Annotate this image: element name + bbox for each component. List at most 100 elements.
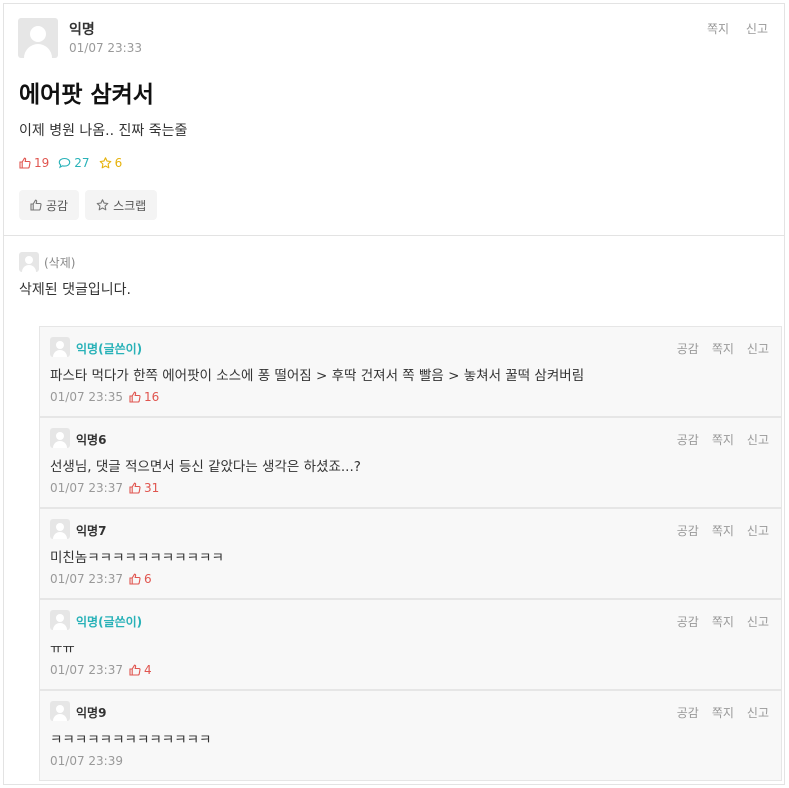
scrap-button-label: 스크랩 — [113, 198, 147, 213]
reply-avatar — [50, 610, 70, 630]
reply-report-link[interactable]: 신고 — [747, 524, 769, 538]
avatar-body-shape — [53, 350, 67, 357]
deleted-comment-text: 삭제된 댓글입니다. — [19, 282, 131, 298]
reply-meta: 01/07 23:37 31 — [50, 481, 159, 495]
post-button-row: 공감 스크랩 — [19, 190, 158, 220]
message-link[interactable]: 쪽지 — [707, 22, 729, 36]
avatar-head-shape — [56, 705, 64, 713]
reply-like-count: 16 — [129, 390, 159, 404]
reply-item: 익명7 공감 쪽지 신고 미친놈ㅋㅋㅋㅋㅋㅋㅋㅋㅋㅋㅋ 01/07 23:37 6 — [39, 508, 782, 599]
reply-meta: 01/07 23:37 4 — [50, 663, 152, 677]
like-count: 19 — [19, 156, 49, 170]
avatar-head-shape — [30, 26, 46, 42]
article-frame: 익명 01/07 23:33 쪽지 신고 에어팟 삼켜서 이제 병원 나옴.. … — [3, 3, 785, 785]
comment-count: 27 — [58, 156, 90, 170]
reply-time: 01/07 23:37 — [50, 481, 123, 495]
reply-like-link[interactable]: 공감 — [677, 342, 699, 356]
avatar-body-shape — [53, 532, 67, 539]
avatar-body-shape — [53, 441, 67, 448]
reply-actions: 공감 쪽지 신고 — [664, 613, 769, 630]
comment-count-value: 27 — [74, 156, 90, 170]
reply-item: 익명6 공감 쪽지 신고 선생님, 댓글 적으면서 등신 같았다는 생각은 하셨죠.… — [39, 417, 782, 508]
reply-text: 파스타 먹다가 한쪽 에어팟이 소스에 퐁 떨어짐 > 후딱 건져서 쪽 빨음 … — [50, 368, 585, 384]
reply-report-link[interactable]: 신고 — [747, 706, 769, 720]
reply-message-link[interactable]: 쪽지 — [712, 433, 734, 447]
reply-text: ㅠㅠ — [50, 641, 75, 657]
reply-text: 선생님, 댓글 적으면서 등신 같았다는 생각은 하셨죠...? — [50, 459, 361, 475]
reply-like-link[interactable]: 공감 — [677, 433, 699, 447]
reply-like-count: 31 — [129, 481, 159, 495]
avatar-head-shape — [25, 256, 33, 264]
reply-like-value: 31 — [143, 481, 160, 495]
reply-time: 01/07 23:37 — [50, 572, 123, 586]
reply-meta: 01/07 23:39 — [50, 754, 123, 768]
reply-avatar — [50, 337, 70, 357]
thumbs-up-icon — [129, 664, 141, 676]
reply-author: 익명9 — [76, 706, 107, 720]
like-button-label: 공감 — [46, 198, 69, 213]
star-icon — [99, 157, 112, 169]
reply-actions: 공감 쪽지 신고 — [664, 522, 769, 539]
reply-item: 익명(글쓴이) 공감 쪽지 신고 파스타 먹다가 한쪽 에어팟이 소스에 퐁 떨어짐… — [39, 326, 782, 417]
reply-time: 01/07 23:37 — [50, 663, 123, 677]
avatar-head-shape — [56, 614, 64, 622]
post: 익명 01/07 23:33 쪽지 신고 에어팟 삼켜서 이제 병원 나옴.. … — [4, 4, 784, 235]
thumbs-up-icon — [129, 391, 141, 403]
avatar-body-shape — [24, 44, 52, 58]
reply-author: 익명6 — [76, 433, 107, 447]
post-comment-divider — [4, 235, 784, 236]
speech-bubble-icon — [58, 157, 71, 169]
reply-message-link[interactable]: 쪽지 — [712, 615, 734, 629]
reply-like-value: 6 — [143, 572, 152, 586]
reply-author: 익명(글쓴이) — [76, 615, 143, 629]
thumbs-up-icon — [30, 199, 42, 211]
deleted-comment-author: (삭제) — [44, 256, 76, 270]
avatar-body-shape — [53, 623, 67, 630]
thumbs-up-icon — [19, 157, 31, 169]
reply-item: 익명9 공감 쪽지 신고 ㅋㅋㅋㅋㅋㅋㅋㅋㅋㅋㅋㅋㅋ 01/07 23:39 — [39, 690, 782, 781]
reply-actions: 공감 쪽지 신고 — [664, 340, 769, 357]
like-button[interactable]: 공감 — [19, 190, 80, 220]
scrap-count-value: 6 — [114, 156, 123, 170]
reply-message-link[interactable]: 쪽지 — [712, 342, 734, 356]
reply-like-link[interactable]: 공감 — [677, 706, 699, 720]
comment-avatar — [19, 252, 39, 272]
reply-actions: 공감 쪽지 신고 — [664, 431, 769, 448]
reply-item: 익명(글쓴이) 공감 쪽지 신고 ㅠㅠ 01/07 23:37 4 — [39, 599, 782, 690]
reply-author: 익명7 — [76, 524, 107, 538]
reply-like-count: 6 — [129, 572, 152, 586]
post-title: 에어팟 삼켜서 — [19, 82, 154, 108]
post-stats: 19 27 6 — [19, 156, 122, 170]
avatar-head-shape — [56, 523, 64, 531]
post-author: 익명 — [69, 22, 95, 38]
reply-report-link[interactable]: 신고 — [747, 615, 769, 629]
avatar-body-shape — [53, 714, 67, 721]
reply-like-link[interactable]: 공감 — [677, 524, 699, 538]
thumbs-up-icon — [129, 573, 141, 585]
reply-meta: 01/07 23:35 16 — [50, 390, 159, 404]
thumbs-up-icon — [129, 482, 141, 494]
reply-author: 익명(글쓴이) — [76, 342, 143, 356]
reply-avatar — [50, 701, 70, 721]
reply-text: 미친놈ㅋㅋㅋㅋㅋㅋㅋㅋㅋㅋㅋ — [50, 550, 224, 566]
scrap-button[interactable]: 스크랩 — [85, 190, 158, 220]
report-link[interactable]: 신고 — [746, 22, 768, 36]
reply-like-count: 4 — [129, 663, 152, 677]
author-avatar — [18, 18, 58, 58]
reply-report-link[interactable]: 신고 — [747, 433, 769, 447]
avatar-head-shape — [56, 341, 64, 349]
star-icon — [96, 199, 109, 211]
reply-meta: 01/07 23:37 6 — [50, 572, 152, 586]
reply-time: 01/07 23:35 — [50, 390, 123, 404]
reply-actions: 공감 쪽지 신고 — [664, 704, 769, 721]
reply-message-link[interactable]: 쪽지 — [712, 524, 734, 538]
reply-like-link[interactable]: 공감 — [677, 615, 699, 629]
reply-message-link[interactable]: 쪽지 — [712, 706, 734, 720]
post-time: 01/07 23:33 — [69, 41, 142, 55]
avatar-head-shape — [56, 432, 64, 440]
post-content: 이제 병원 나옴.. 진짜 죽는줄 — [19, 123, 188, 139]
reply-report-link[interactable]: 신고 — [747, 342, 769, 356]
scrap-count: 6 — [99, 156, 123, 170]
reply-avatar — [50, 519, 70, 539]
reply-time: 01/07 23:39 — [50, 754, 123, 768]
